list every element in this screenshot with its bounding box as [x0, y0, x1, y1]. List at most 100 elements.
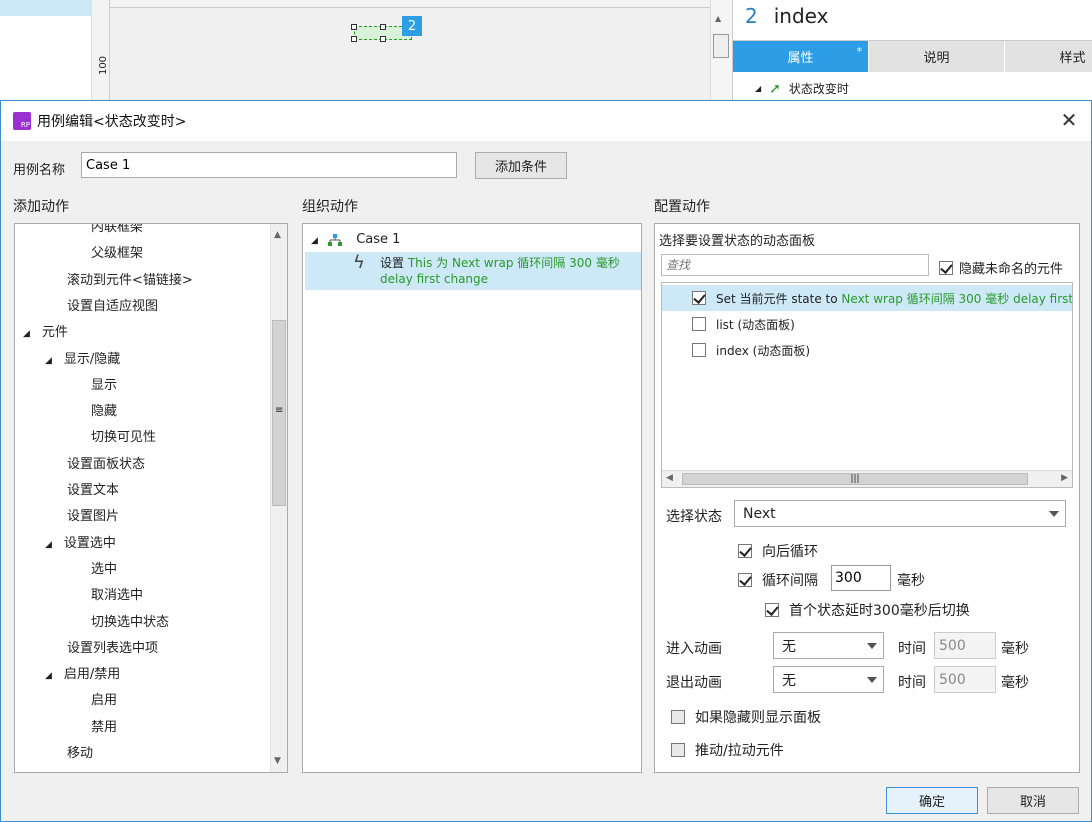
exit-animation-value: 无: [782, 672, 796, 689]
action-label: 设置面板状态: [67, 456, 146, 472]
page-tree-selected-row[interactable]: [0, 0, 92, 16]
widget-name[interactable]: index: [774, 4, 829, 28]
list-item[interactable]: 父级框架: [91, 242, 143, 261]
add-actions-scrollbar[interactable]: ▲ ≡ ▼: [270, 224, 287, 772]
exit-time-label: 时间: [898, 675, 926, 691]
scrollbar-thumb[interactable]: ≡: [272, 320, 286, 506]
scrollbar-thumb[interactable]: |||: [682, 473, 1028, 485]
design-canvas[interactable]: 2: [110, 8, 710, 100]
state-select[interactable]: Next: [734, 500, 1066, 527]
add-actions-tree: 内联框架父级框架滚动到元件<锚链接> 设置自适应视图 ◢ 元件 ◢ 显示/隐藏显示隐藏切换…: [14, 223, 288, 773]
resize-handle[interactable]: [380, 24, 386, 30]
tab-label: 说明: [923, 51, 950, 66]
hide-unnamed-checkbox[interactable]: [939, 260, 953, 275]
list-item[interactable]: 禁用: [91, 716, 117, 735]
collapse-triangle-icon[interactable]: ◢: [23, 329, 30, 339]
cursor-event-icon: ➚: [769, 80, 781, 97]
scroll-down-icon[interactable]: ▼: [274, 756, 281, 766]
case-name-input[interactable]: [81, 152, 457, 178]
action-label: 内联框架: [91, 224, 144, 235]
resize-handle[interactable]: [351, 36, 357, 42]
list-item[interactable]: 切换选中状态: [91, 611, 169, 630]
canvas-scrollbar[interactable]: ▲: [710, 0, 732, 100]
enter-time-input[interactable]: 500: [934, 632, 996, 659]
page-tree-panel: [0, 0, 92, 100]
scroll-left-icon[interactable]: ◀: [666, 473, 673, 483]
delay-first-checkbox[interactable]: [765, 603, 779, 617]
push-pull-checkbox[interactable]: [671, 743, 685, 757]
lightning-icon: ϟ: [353, 252, 365, 273]
tab-notes[interactable]: 说明: [869, 41, 1005, 72]
collapse-triangle-icon[interactable]: ◢: [45, 540, 52, 550]
list-item[interactable]: list (动态面板): [662, 311, 1072, 337]
repeat-checkbox[interactable]: [738, 573, 752, 587]
action-label: 取消选中: [91, 588, 144, 604]
selected-action-row[interactable]: ϟ 设置 This 为 Next wrap 循环间隔 300 毫秒 delay …: [305, 252, 641, 290]
list-item[interactable]: 切换可见性: [91, 426, 156, 445]
collapse-triangle-icon[interactable]: ◢: [45, 671, 52, 681]
repeat-option[interactable]: 循环间隔: [738, 570, 818, 590]
hide-unnamed-option[interactable]: 隐藏未命名的元件: [939, 258, 1063, 277]
add-condition-button[interactable]: 添加条件: [475, 152, 567, 179]
list-item[interactable]: 内联框架: [91, 224, 143, 235]
repeat-interval-input[interactable]: [831, 565, 891, 591]
delay-first-option[interactable]: 首个状态延时300毫秒后切换: [765, 600, 970, 620]
scroll-up-icon[interactable]: ▲: [715, 14, 721, 23]
dynamic-panel-list: Set 当前元件 state to Next wrap 循环间隔 300 毫秒 …: [661, 282, 1073, 488]
show-if-hidden-option[interactable]: 如果隐藏则显示面板: [671, 707, 821, 727]
list-horizontal-scrollbar[interactable]: ◀ ||| ▶: [662, 470, 1072, 487]
ok-button[interactable]: 确定: [886, 787, 978, 814]
resize-handle[interactable]: [380, 36, 386, 42]
enter-animation-select[interactable]: 无: [773, 632, 884, 659]
list-item[interactable]: 移动: [67, 742, 93, 761]
list-item[interactable]: 设置列表选中项: [67, 637, 158, 656]
list-item[interactable]: Set 当前元件 state to Next wrap 循环间隔 300 毫秒 …: [662, 285, 1072, 311]
target-checkbox[interactable]: [692, 317, 706, 331]
list-item[interactable]: 启用: [91, 689, 117, 708]
target-checkbox[interactable]: [692, 343, 706, 357]
search-input[interactable]: [661, 254, 929, 276]
list-item[interactable]: 滚动到元件<锚链接>: [67, 269, 193, 288]
action-label: 设置文本: [67, 483, 120, 498]
collapse-triangle-icon[interactable]: ◢: [45, 356, 52, 366]
tab-modified-marker: *: [856, 45, 863, 58]
case-editor-dialog: RP 用例编辑<状态改变时> ✕ 用例名称 添加条件 添加动作 组织动作 配置动…: [0, 100, 1092, 822]
list-item[interactable]: ◢ 启用/禁用: [45, 663, 120, 682]
event-row[interactable]: ◢ ➚ 状态改变时: [755, 80, 849, 97]
show-if-hidden-checkbox[interactable]: [671, 710, 685, 724]
tab-style[interactable]: 样式: [1005, 41, 1092, 72]
collapse-triangle-icon[interactable]: ◢: [311, 236, 318, 246]
resize-handle[interactable]: [351, 24, 357, 30]
list-item[interactable]: 显示: [91, 374, 117, 393]
list-item[interactable]: 设置图片: [67, 505, 119, 524]
scrollbar-thumb[interactable]: [713, 34, 729, 58]
list-item[interactable]: 设置面板状态: [67, 453, 145, 472]
list-item[interactable]: 设置文本: [67, 479, 119, 498]
wrap-checkbox[interactable]: [738, 544, 752, 558]
action-label: 滚动到元件<锚链接>: [67, 272, 193, 288]
cancel-button[interactable]: 取消: [987, 787, 1079, 814]
target-checkbox[interactable]: [692, 291, 706, 305]
case-tree-node[interactable]: ◢ Case 1: [311, 232, 400, 247]
organize-actions-panel: ◢ Case 1 ϟ 设置 This 为 Next wrap 循环间隔 300 …: [302, 223, 642, 773]
wrap-option[interactable]: 向后循环: [738, 541, 818, 561]
exit-animation-select[interactable]: 无: [773, 666, 884, 693]
list-item[interactable]: ◢ 元件: [23, 321, 68, 340]
list-item[interactable]: 选中: [91, 558, 117, 577]
list-item[interactable]: 取消选中: [91, 584, 143, 603]
list-item[interactable]: 设置自适应视图: [67, 295, 158, 314]
push-pull-option[interactable]: 推动/拉动元件: [671, 740, 784, 760]
exit-time-input[interactable]: 500: [934, 666, 996, 693]
list-item[interactable]: index (动态面板): [662, 337, 1072, 363]
close-icon[interactable]: ✕: [1059, 110, 1079, 131]
ruler-label: 100: [98, 55, 110, 76]
action-label: 设置选中: [63, 535, 116, 551]
list-item[interactable]: ◢ 设置选中: [45, 532, 116, 551]
list-item[interactable]: 隐藏: [91, 400, 117, 419]
push-pull-label: 推动/拉动元件: [695, 743, 784, 759]
list-item[interactable]: ◢ 显示/隐藏: [45, 348, 120, 367]
expand-triangle-icon[interactable]: ◢: [755, 84, 761, 93]
scroll-up-icon[interactable]: ▲: [274, 230, 281, 240]
scroll-right-icon[interactable]: ▶: [1061, 473, 1068, 483]
tab-properties[interactable]: 属性 *: [733, 41, 869, 72]
